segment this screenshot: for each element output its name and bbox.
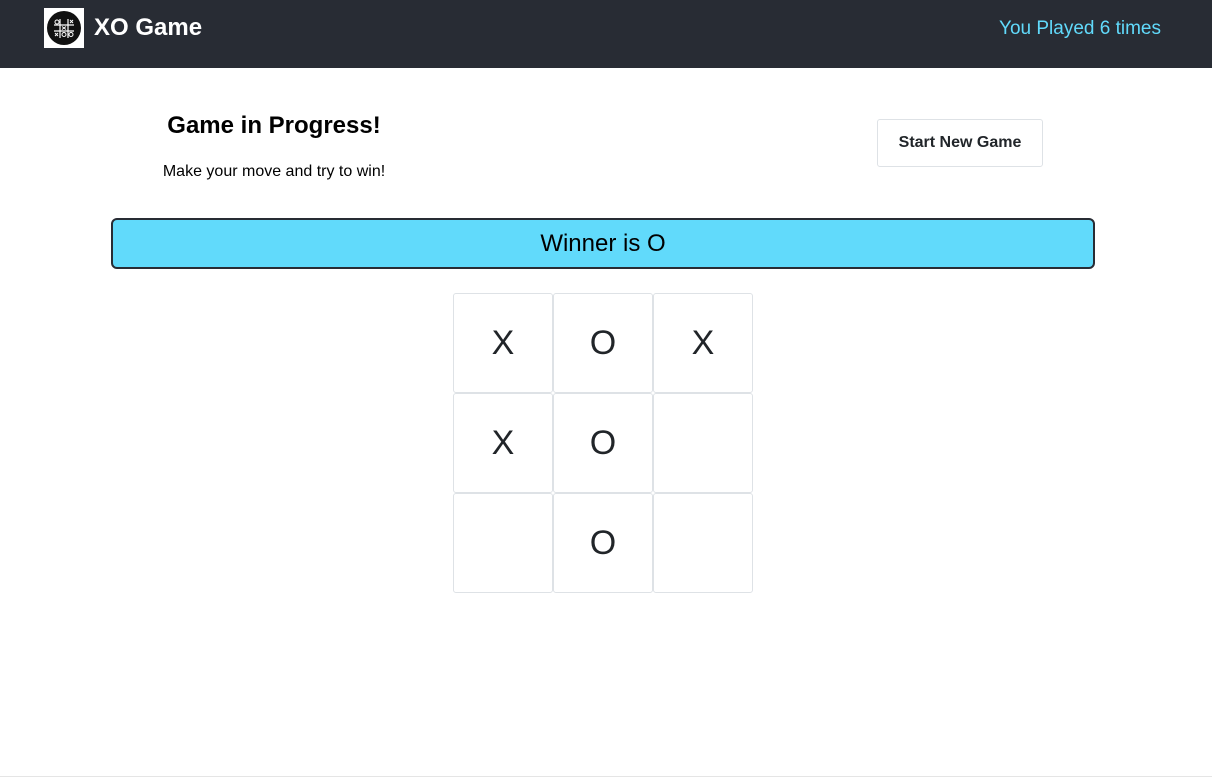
game-status-title: Game in Progress! bbox=[167, 112, 381, 139]
top-navbar: XO Game You Played 6 times bbox=[0, 0, 1212, 68]
board-cell-7[interactable] bbox=[453, 493, 553, 593]
winner-banner: Winner is O bbox=[111, 218, 1095, 269]
game-status-subtitle: Make your move and try to win! bbox=[162, 163, 386, 180]
board-cell-4[interactable]: X bbox=[453, 393, 553, 493]
board-cell-5[interactable]: O bbox=[553, 393, 653, 493]
game-board: X O X X O O bbox=[453, 293, 753, 593]
brand-link[interactable]: XO Game bbox=[44, 8, 202, 48]
board-cell-1[interactable]: X bbox=[453, 293, 553, 393]
board-cell-9[interactable] bbox=[653, 493, 753, 593]
board-cell-6[interactable] bbox=[653, 393, 753, 493]
played-count-text: You Played 6 times bbox=[999, 18, 1161, 39]
board-cell-8[interactable]: O bbox=[553, 493, 653, 593]
tic-tac-toe-logo-icon bbox=[44, 8, 84, 48]
start-new-game-button[interactable]: Start New Game bbox=[877, 119, 1043, 167]
board-cell-3[interactable]: X bbox=[653, 293, 753, 393]
board-cell-2[interactable]: O bbox=[553, 293, 653, 393]
brand-title: XO Game bbox=[94, 14, 203, 41]
